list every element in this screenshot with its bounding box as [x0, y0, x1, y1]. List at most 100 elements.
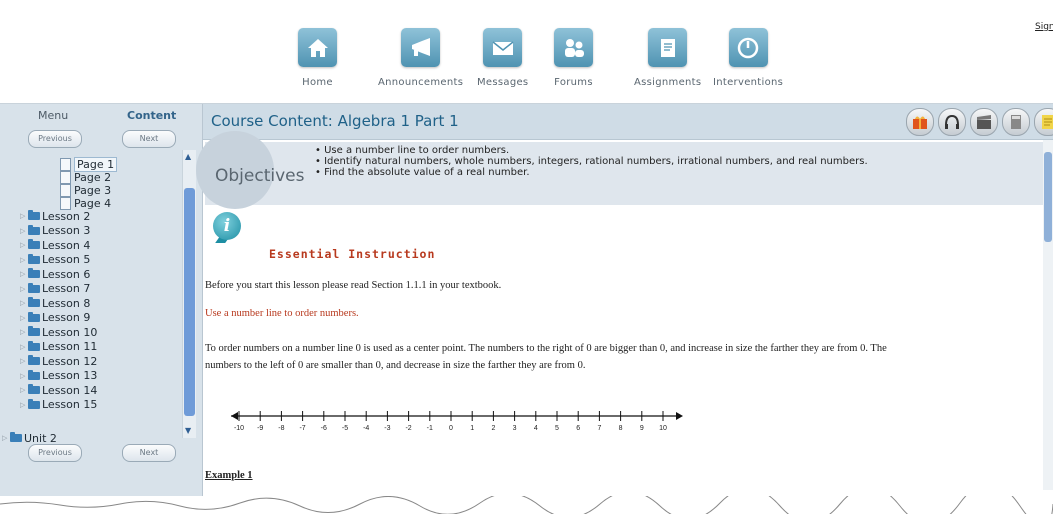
number-line-label: 10: [659, 425, 667, 432]
expand-arrow-icon[interactable]: ▷: [20, 401, 28, 409]
paragraph-line-2: numbers to the left of 0 are smaller tha…: [205, 360, 586, 371]
previous-button-bottom[interactable]: Previous: [28, 444, 82, 462]
sidebar: Menu Content Previous Next Page 1 Page 2…: [0, 104, 203, 496]
tree-lesson[interactable]: ▷ Lesson 9: [20, 311, 90, 324]
content-scrollbar[interactable]: [1043, 140, 1053, 490]
number-line: -10 -9 -8 -7 -6 -5 -4 -3 -2 -1 0 1 2 3 4 5 6 7 8 9 10: [231, 411, 683, 432]
tree-page-1[interactable]: Page 1: [60, 156, 118, 172]
expand-arrow-icon[interactable]: ▷: [20, 372, 28, 380]
document-icon[interactable]: [648, 28, 688, 67]
page-title: Course Content: Algebra 1 Part 1: [211, 112, 459, 130]
headphones-icon[interactable]: [938, 108, 966, 136]
folder-icon: [28, 355, 40, 365]
expand-arrow-icon[interactable]: ▷: [20, 357, 28, 365]
expand-arrow-icon[interactable]: ▷: [20, 343, 28, 351]
tree-page-3[interactable]: Page 3: [60, 183, 112, 197]
tree-lesson[interactable]: ▷ Lesson 2: [20, 210, 90, 223]
sign-out-link[interactable]: Sign O: [1035, 22, 1053, 32]
nav-assignments[interactable]: Assignments: [634, 28, 701, 88]
expand-arrow-icon[interactable]: ▷: [20, 285, 28, 293]
expand-arrow-icon[interactable]: ▷: [20, 299, 28, 307]
clapperboard-icon[interactable]: [970, 108, 998, 136]
essential-instruction-heading: Essential Instruction: [269, 247, 436, 261]
tree-lesson[interactable]: ▷ Lesson 13: [20, 369, 97, 382]
tree-page-4[interactable]: Page 4: [60, 196, 112, 210]
nav-home[interactable]: Home: [298, 28, 337, 88]
calculator-icon[interactable]: [1002, 108, 1030, 136]
folder-icon: [28, 326, 40, 336]
folder-icon: [28, 369, 40, 380]
expand-arrow-icon[interactable]: ▷: [20, 241, 28, 249]
notepad-icon[interactable]: [1034, 108, 1053, 136]
tree-lesson-label: Lesson 7: [42, 282, 91, 295]
expand-arrow-icon[interactable]: ▷: [20, 227, 28, 235]
info-icon: i: [213, 212, 241, 240]
objectives-label: Objectives: [215, 166, 305, 186]
tab-menu[interactable]: Menu: [38, 109, 68, 122]
nav-assignments-label: Assignments: [634, 77, 702, 88]
expand-arrow-icon[interactable]: ▷: [20, 256, 28, 264]
expand-arrow-icon[interactable]: ▷: [20, 328, 28, 336]
number-line-label: -2: [405, 425, 411, 432]
number-line-label: -9: [257, 425, 263, 432]
tree-lesson[interactable]: ▷ Lesson 5: [20, 253, 90, 266]
sidebar-scrollbar[interactable]: ▲ ▼: [182, 150, 196, 438]
tree-lesson[interactable]: ▷ Lesson 6: [20, 268, 90, 281]
tree-lesson[interactable]: ▷ Lesson 12: [20, 355, 97, 368]
nav-home-label: Home: [302, 77, 333, 88]
home-icon[interactable]: [298, 28, 337, 67]
expand-arrow-icon[interactable]: ▷: [20, 386, 28, 394]
tree-lesson[interactable]: ▷ Lesson 3: [20, 224, 91, 237]
example-heading: Example 1: [205, 470, 253, 481]
nav-messages[interactable]: Messages: [477, 28, 528, 88]
envelope-icon[interactable]: [483, 28, 523, 67]
nav-forums[interactable]: Forums: [554, 28, 593, 88]
scroll-up-icon[interactable]: ▲: [185, 152, 191, 161]
objective-item: • Find the absolute value of a real numb…: [315, 167, 530, 178]
next-button-bottom[interactable]: Next: [122, 444, 176, 462]
tree-lesson[interactable]: ▷ Lesson 11: [20, 340, 97, 353]
tree-lesson[interactable]: ▷ Lesson 14: [20, 384, 97, 397]
tree-lesson-label: Lesson 3: [42, 224, 91, 237]
gift-icon[interactable]: [906, 108, 934, 136]
tree-lesson[interactable]: ▷ Lesson 8: [20, 297, 90, 310]
tree-lesson-label: Lesson 15: [42, 398, 98, 411]
folder-icon: [28, 268, 40, 278]
tree-page-label: Page 2: [74, 170, 112, 184]
megaphone-icon[interactable]: [401, 28, 441, 67]
tree-page-2[interactable]: Page 2: [60, 170, 112, 184]
paragraph-line-1: To order numbers on a number line 0 is u…: [205, 343, 887, 354]
expand-arrow-icon[interactable]: ▷: [20, 270, 28, 278]
content-scroll-thumb[interactable]: [1044, 152, 1052, 242]
nav-interventions[interactable]: Interventions: [713, 28, 783, 88]
section-subheading: Use a number line to order numbers.: [205, 308, 359, 319]
scroll-down-icon[interactable]: ▼: [185, 426, 191, 435]
objectives-list: • Use a number line to order numbers. • …: [315, 145, 868, 178]
expand-arrow-icon[interactable]: ▷: [20, 314, 28, 322]
folder-icon: [28, 398, 40, 409]
page-icon: [60, 196, 71, 210]
gauge-icon[interactable]: [728, 28, 768, 67]
nav-announcements[interactable]: Announcements: [378, 28, 463, 88]
folder-icon: [28, 311, 40, 322]
tree-unit-label: Unit 2: [24, 431, 57, 445]
tree-page-label: Page 3: [74, 183, 112, 197]
tree-page-label: Page 1: [74, 156, 118, 172]
content-tree: Page 1 Page 2 Page 3 Page 4 ▷ Lesson 2 ▷ Le…: [0, 146, 182, 458]
objectives-box: Objectives • Use a number line to order …: [196, 131, 1043, 209]
tree-lesson[interactable]: ▷ Lesson 7: [20, 282, 91, 295]
folder-icon: [28, 210, 40, 220]
tree-lesson[interactable]: ▷ Lesson 4: [20, 239, 90, 252]
expand-arrow-icon[interactable]: ▷: [2, 434, 10, 442]
expand-arrow-icon[interactable]: ▷: [20, 212, 28, 220]
nav-messages-label: Messages: [477, 77, 529, 88]
tab-content[interactable]: Content: [127, 109, 176, 122]
sidebar-scroll-thumb[interactable]: [184, 188, 195, 416]
tree-unit-2[interactable]: ▷ Unit 2: [2, 431, 57, 445]
nav-announcements-label: Announcements: [378, 77, 464, 88]
number-line-label: 3: [513, 425, 517, 432]
people-icon[interactable]: [554, 28, 593, 67]
tree-lesson[interactable]: ▷ Lesson 10: [20, 326, 97, 339]
tree-page-label: Page 4: [74, 196, 112, 210]
tree-lesson[interactable]: ▷ Lesson 15: [20, 398, 98, 411]
